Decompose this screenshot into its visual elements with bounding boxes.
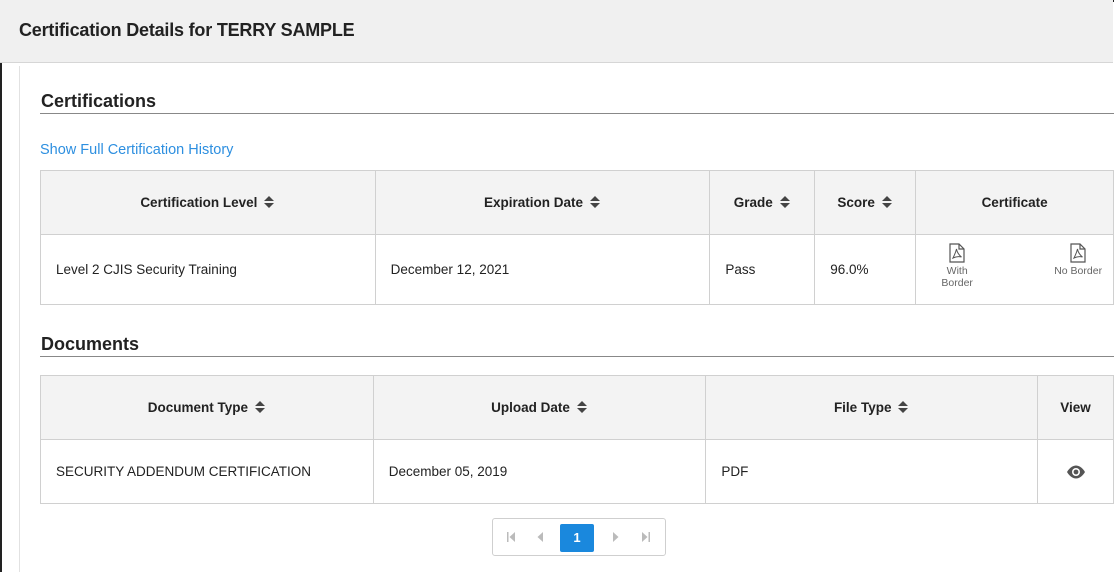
documents-table: Document Type Upload Date File Type View…: [40, 375, 1114, 504]
pagination: 1: [492, 518, 666, 556]
sort-icon: [264, 196, 275, 208]
sort-icon: [254, 401, 265, 413]
table-row: SECURITY ADDENDUM CERTIFICATION December…: [40, 439, 1114, 504]
no-border-label: No Border: [1054, 265, 1103, 277]
certificate-no-border-link[interactable]: No Border: [1053, 243, 1103, 277]
next-page-button[interactable]: [606, 527, 626, 547]
last-page-button[interactable]: [636, 527, 656, 547]
sort-icon: [881, 196, 892, 208]
main-content: Certifications Show Full Certification H…: [19, 66, 1114, 572]
documents-heading: Documents: [41, 334, 140, 354]
first-page-icon: [507, 532, 515, 542]
eye-icon[interactable]: [1066, 465, 1086, 479]
expiration-date-cell: December 12, 2021: [374, 234, 711, 305]
sort-icon: [779, 196, 790, 208]
documents-header-row: Document Type Upload Date File Type View: [40, 375, 1114, 440]
sort-icon: [576, 401, 587, 413]
table-row: Level 2 CJIS Security Training December …: [40, 234, 1114, 305]
grade-cell: Pass: [709, 234, 816, 305]
show-full-history-link[interactable]: Show Full Certification History: [40, 142, 233, 158]
column-label: Grade: [733, 195, 773, 210]
certifications-heading: Certifications: [41, 91, 157, 111]
first-page-button[interactable]: [501, 527, 521, 547]
column-label: Certification Level: [140, 195, 258, 210]
current-page-button[interactable]: 1: [560, 524, 594, 552]
last-page-icon: [642, 532, 650, 542]
pdf-icon: [1070, 243, 1086, 263]
document-type-cell: SECURITY ADDENDUM CERTIFICATION: [40, 439, 374, 504]
certificate-cell: With Border No Border: [915, 234, 1114, 305]
pdf-icon: [949, 243, 965, 263]
documents-divider: [40, 356, 1114, 357]
column-label: Document Type: [147, 400, 248, 415]
certifications-header-row: Certification Level Expiration Date Grad…: [40, 170, 1114, 235]
score-cell: 96.0%: [814, 234, 917, 305]
column-label: View: [1060, 400, 1091, 415]
prev-page-button[interactable]: [530, 527, 550, 547]
column-header-grade[interactable]: Grade: [709, 170, 816, 235]
certification-level-cell: Level 2 CJIS Security Training: [40, 234, 376, 305]
file-type-cell: PDF: [705, 439, 1039, 504]
view-cell: [1037, 439, 1114, 504]
column-header-certification-level[interactable]: Certification Level: [40, 170, 376, 235]
certificate-with-border-link[interactable]: With Border: [934, 243, 980, 289]
certifications-divider: [40, 113, 1114, 114]
column-header-expiration-date[interactable]: Expiration Date: [374, 170, 711, 235]
with-border-label: With Border: [941, 265, 973, 289]
page-header: Certification Details for TERRY SAMPLE: [0, 0, 1113, 63]
column-label: Expiration Date: [483, 195, 583, 210]
column-header-file-type[interactable]: File Type: [705, 375, 1039, 440]
upload-date-cell: December 05, 2019: [372, 439, 707, 504]
column-header-view: View: [1037, 375, 1114, 440]
column-label: Certificate: [981, 195, 1048, 210]
column-header-upload-date[interactable]: Upload Date: [372, 375, 707, 440]
column-header-document-type[interactable]: Document Type: [40, 375, 374, 440]
column-label: Upload Date: [491, 400, 570, 415]
column-header-score[interactable]: Score: [814, 170, 917, 235]
sort-icon: [590, 196, 600, 208]
page-title: Certification Details for TERRY SAMPLE: [19, 20, 355, 40]
sort-icon: [898, 401, 909, 413]
next-page-icon: [613, 532, 619, 542]
column-label: Score: [837, 195, 875, 210]
column-label: File Type: [833, 400, 892, 415]
certifications-table: Certification Level Expiration Date Grad…: [40, 170, 1114, 305]
prev-page-icon: [537, 532, 543, 542]
column-header-certificate: Certificate: [915, 170, 1114, 235]
